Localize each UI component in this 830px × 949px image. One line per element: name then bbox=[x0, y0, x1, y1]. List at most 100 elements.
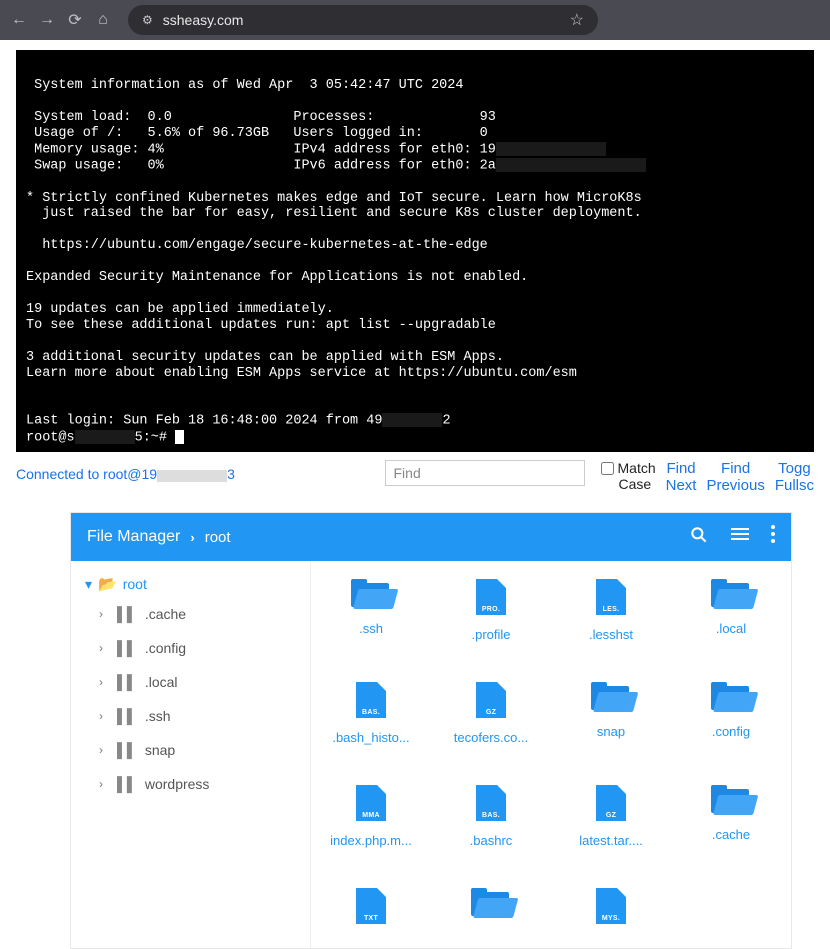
find-input[interactable]: Find bbox=[385, 460, 585, 486]
file-item[interactable]: GZlatest.tar.... bbox=[551, 785, 671, 848]
term-prompt-tail: 5:~# bbox=[135, 430, 176, 445]
file-item[interactable]: LES. .lesshst bbox=[551, 579, 671, 642]
file-label: .lesshst bbox=[589, 627, 633, 642]
file-icon: TXT bbox=[356, 888, 386, 924]
file-label: tecofers.co... bbox=[454, 730, 528, 745]
search-icon[interactable] bbox=[689, 525, 709, 550]
forward-button[interactable]: → bbox=[38, 11, 56, 29]
tree-item[interactable]: ›▌▌.local bbox=[79, 665, 302, 699]
file-item[interactable]: TXT bbox=[311, 888, 431, 936]
file-label: .bash_histo... bbox=[332, 730, 409, 745]
file-icon: MYS. bbox=[596, 888, 626, 924]
term-line: To see these additional updates run: apt… bbox=[26, 318, 496, 333]
tree-item-label: snap bbox=[145, 742, 175, 758]
file-label: snap bbox=[597, 724, 625, 739]
toggle-fullscreen-link[interactable]: ToggFullsc bbox=[775, 460, 814, 494]
folder-open-icon bbox=[711, 579, 751, 609]
redacted-block bbox=[496, 142, 606, 156]
redacted-block bbox=[157, 470, 227, 482]
term-line: Expanded Security Maintenance for Applic… bbox=[26, 270, 528, 285]
folder-open-icon bbox=[711, 785, 751, 815]
file-icon: GZ bbox=[476, 682, 506, 718]
more-menu-icon[interactable] bbox=[771, 525, 775, 550]
folder-open-icon bbox=[711, 682, 751, 712]
term-line: * Strictly confined Kubernetes makes edg… bbox=[26, 191, 642, 206]
folder-open-icon bbox=[591, 682, 631, 712]
tree-item-label: .ssh bbox=[145, 708, 171, 724]
file-item[interactable]: .ssh bbox=[311, 579, 431, 642]
file-label: index.php.m... bbox=[330, 833, 412, 848]
folder-open-icon: 📂 bbox=[98, 575, 117, 593]
term-prompt: root@s bbox=[26, 430, 75, 445]
cursor-icon bbox=[175, 430, 184, 444]
folder-icon: ▌▌ bbox=[117, 640, 137, 656]
file-item[interactable]: .local bbox=[671, 579, 791, 642]
file-item[interactable]: GZ tecofers.co... bbox=[431, 682, 551, 745]
tree-item[interactable]: ›▌▌.cache bbox=[79, 597, 302, 631]
file-item[interactable]: PRO..profile bbox=[431, 579, 551, 642]
file-item[interactable]: .cache bbox=[671, 785, 791, 848]
file-item[interactable]: .config bbox=[671, 682, 791, 745]
url-text: ssheasy.com bbox=[163, 12, 570, 28]
site-settings-icon[interactable]: ⚙ bbox=[142, 13, 153, 27]
folder-icon: ▌▌ bbox=[117, 708, 137, 724]
file-item[interactable]: BAS. .bash_histo... bbox=[311, 682, 431, 745]
tree-root[interactable]: ▾ 📂 root bbox=[79, 571, 302, 597]
folder-open-icon bbox=[351, 579, 391, 609]
term-line: 19 updates can be applied immediately. bbox=[26, 302, 334, 317]
terminal-output[interactable]: System information as of Wed Apr 3 05:42… bbox=[16, 50, 814, 452]
redacted-block bbox=[496, 158, 646, 172]
tree-item[interactable]: ›▌▌.config bbox=[79, 631, 302, 665]
term-line: System load: 0.0 Processes: 93 bbox=[26, 110, 496, 125]
folder-icon: ▌▌ bbox=[117, 742, 137, 758]
view-list-icon[interactable] bbox=[731, 525, 749, 550]
find-previous-link[interactable]: FindPrevious bbox=[706, 460, 764, 494]
term-line: Memory usage: 4% IPv4 address for eth0: … bbox=[26, 142, 496, 157]
folder-icon: ▌▌ bbox=[117, 606, 137, 622]
file-item[interactable]: snap bbox=[551, 682, 671, 745]
fm-content: .ssh PRO..profile LES. .lesshst .local BAS. .b… bbox=[311, 561, 791, 948]
folder-icon: ▌▌ bbox=[117, 776, 137, 792]
file-icon: LES. bbox=[596, 579, 626, 615]
bookmark-star-icon[interactable]: ☆ bbox=[570, 10, 584, 30]
file-icon: BAS. bbox=[476, 785, 506, 821]
file-icon: MMA bbox=[356, 785, 386, 821]
tree-item-label: .cache bbox=[145, 606, 186, 622]
tree-item[interactable]: › ▌▌ .ssh bbox=[79, 699, 302, 733]
term-last-login: Last login: Sun Feb 18 16:48:00 2024 fro… bbox=[26, 414, 382, 429]
chevron-right-icon: › bbox=[99, 709, 109, 723]
reload-button[interactable]: ⟳ bbox=[66, 10, 84, 30]
term-line: System information as of Wed Apr 3 05:42… bbox=[26, 78, 463, 93]
file-item[interactable]: BAS. .bashrc bbox=[431, 785, 551, 848]
tree-item-label: wordpress bbox=[145, 776, 210, 792]
browser-toolbar: ← → ⟳ ⌂ ⚙ ssheasy.com ☆ bbox=[0, 0, 830, 40]
chevron-right-icon: › bbox=[99, 777, 109, 791]
term-line: Learn more about enabling ESM Apps servi… bbox=[26, 366, 577, 381]
file-icon: BAS. bbox=[356, 682, 386, 718]
caret-down-icon: ▾ bbox=[85, 576, 92, 593]
file-label: .bashrc bbox=[470, 833, 513, 848]
home-button[interactable]: ⌂ bbox=[94, 11, 112, 29]
back-button[interactable]: ← bbox=[10, 11, 28, 29]
file-item[interactable] bbox=[431, 888, 551, 936]
term-line: https://ubuntu.com/engage/secure-kuberne… bbox=[26, 238, 488, 253]
address-bar[interactable]: ⚙ ssheasy.com ☆ bbox=[128, 5, 598, 35]
tree-item[interactable]: › ▌▌ wordpress bbox=[79, 767, 302, 801]
term-line: just raised the bar for easy, resilient … bbox=[26, 206, 642, 221]
file-manager: File Manager › root ▾ 📂 root ›▌▌.cache›▌… bbox=[70, 512, 792, 949]
file-item[interactable]: MYS. bbox=[551, 888, 671, 936]
file-item[interactable]: MMA index.php.m... bbox=[311, 785, 431, 848]
find-next-link[interactable]: FindNext bbox=[666, 460, 697, 494]
file-label: .config bbox=[712, 724, 750, 739]
file-manager-header: File Manager › root bbox=[71, 513, 791, 561]
term-line: Swap usage: 0% IPv6 address for eth0: 2a bbox=[26, 159, 496, 174]
term-line: Usage of /: 5.6% of 96.73GB Users logged… bbox=[26, 126, 488, 141]
tree-item[interactable]: ›▌▌snap bbox=[79, 733, 302, 767]
fm-title: File Manager bbox=[87, 528, 180, 546]
tree-root-label: root bbox=[123, 576, 147, 592]
match-case-checkbox[interactable]: Match bbox=[601, 460, 656, 476]
fm-location[interactable]: root bbox=[205, 529, 231, 546]
status-bar: Connected to root@193 Find Match Case Fi… bbox=[0, 456, 830, 494]
redacted-block bbox=[382, 413, 442, 427]
file-label: .ssh bbox=[359, 621, 383, 636]
